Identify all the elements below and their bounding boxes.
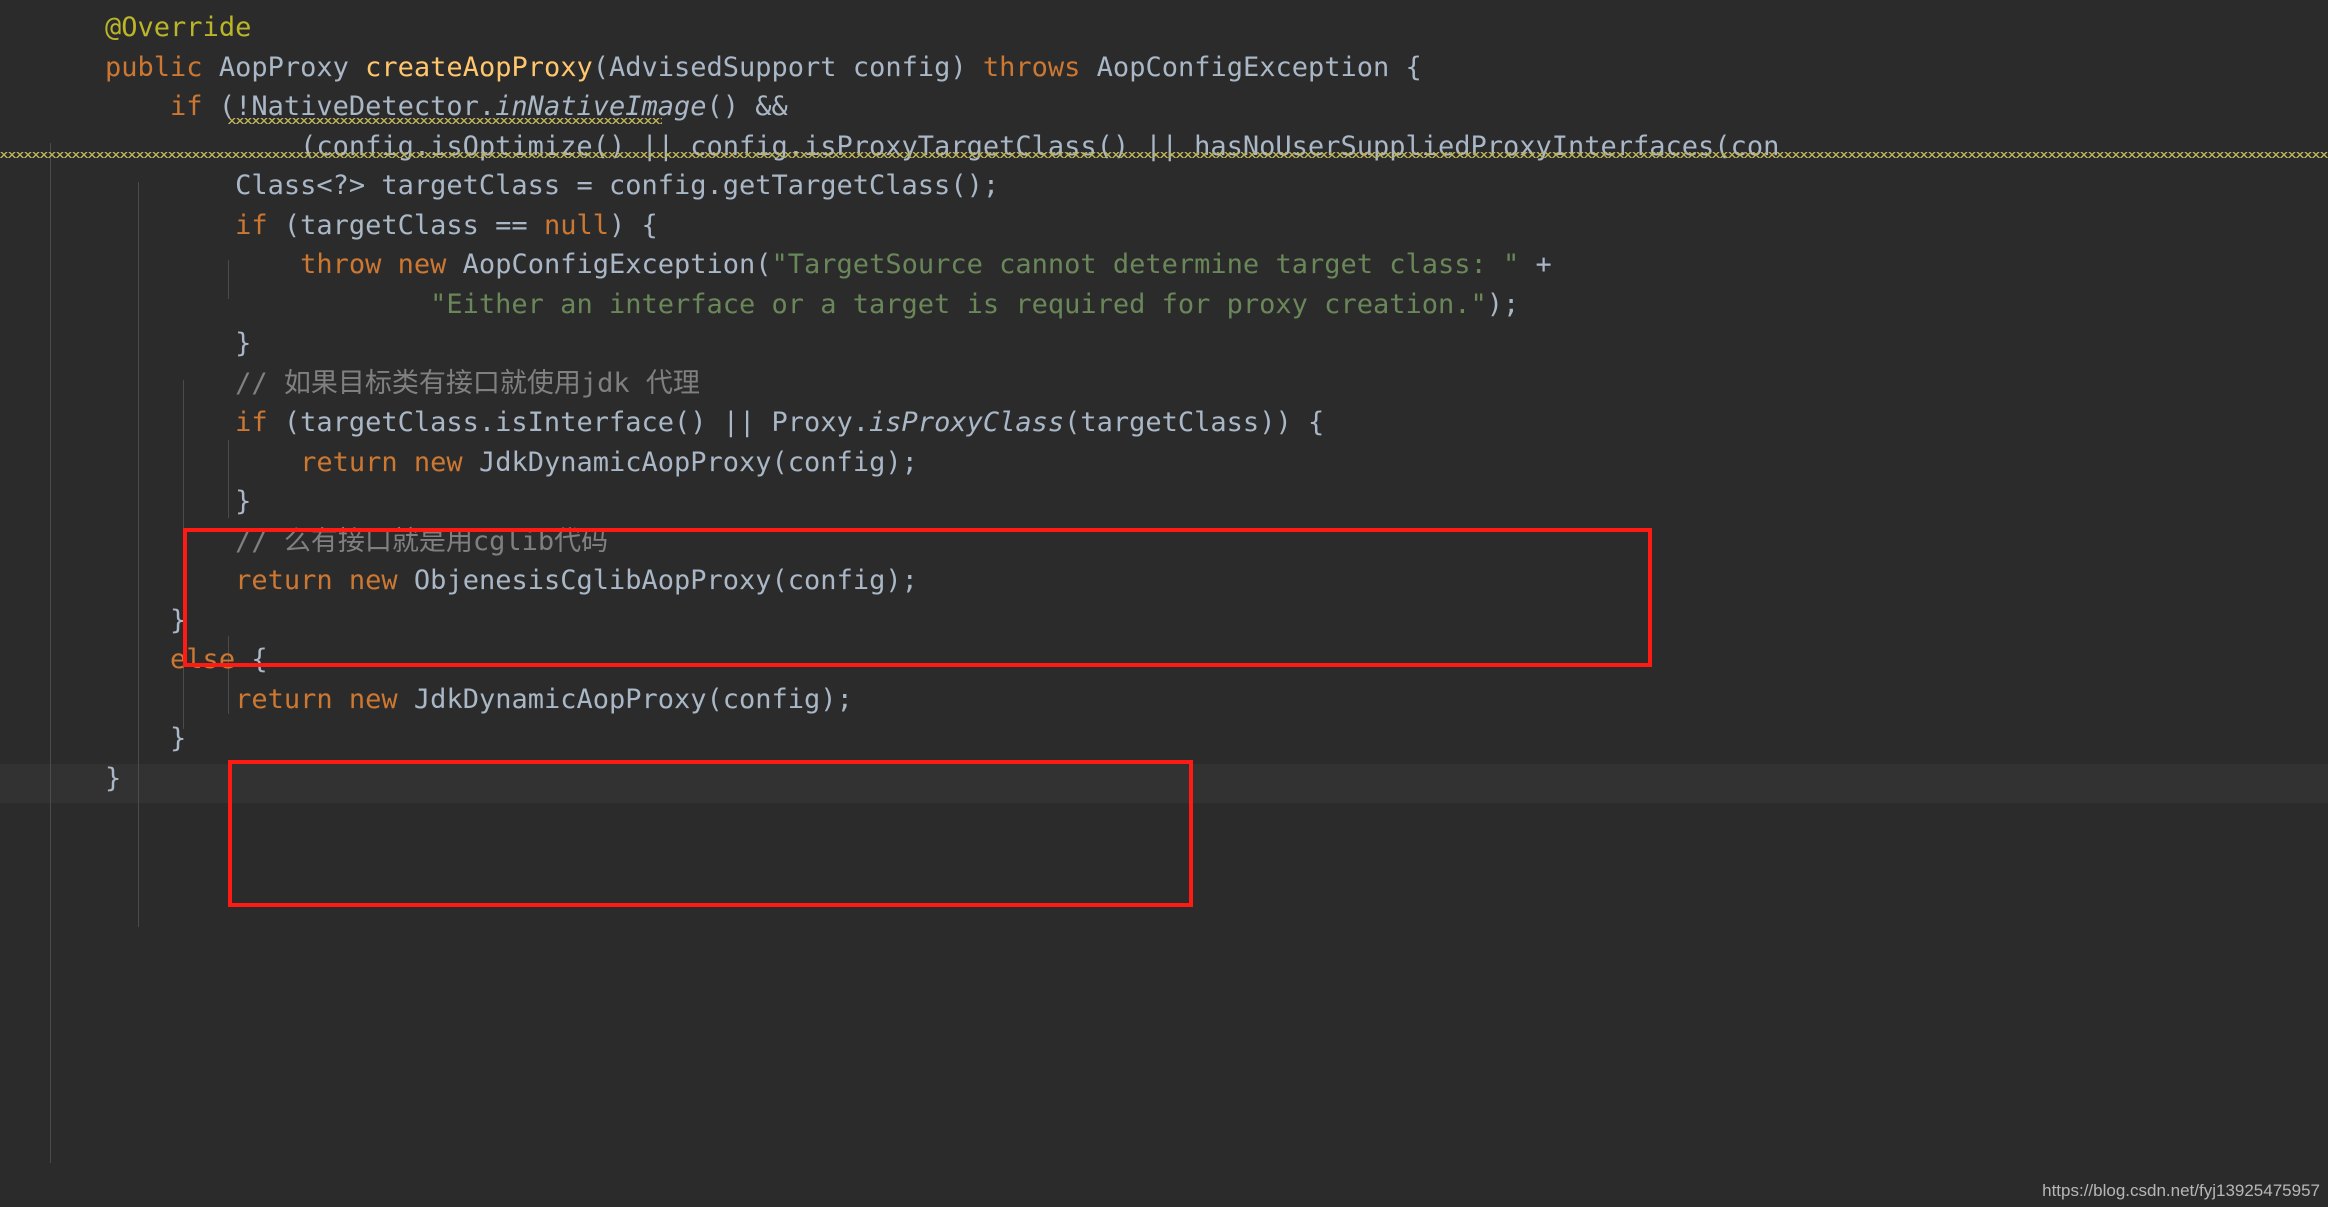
token-ident: AopConfigException( — [446, 249, 772, 280]
token-kw: new — [348, 565, 398, 596]
token-ident: } — [170, 604, 187, 636]
token-punct — [333, 684, 349, 715]
token-ident: } — [105, 762, 122, 794]
token-kw: null — [543, 209, 609, 241]
code-line-15[interactable]: return new ObjenesisCglibAopProxy(config… — [0, 561, 2328, 601]
token-ident: (!NativeDetector. — [202, 91, 496, 122]
token-kw: return — [235, 683, 333, 715]
code-editor[interactable]: @Override public AopProxy createAopProxy… — [0, 0, 2328, 1207]
token-ident: } — [235, 486, 252, 517]
token-ident: { — [235, 644, 268, 675]
token-ident: + — [1519, 249, 1552, 280]
token-punct — [398, 447, 414, 478]
token-ident: () && — [706, 91, 788, 122]
code-line-19[interactable]: } — [0, 719, 2328, 759]
token-ident: ) { — [608, 209, 658, 241]
code-line-8[interactable]: "Either an interface or a target is requ… — [0, 285, 2328, 325]
code-line-16[interactable]: } — [0, 601, 2328, 641]
token-ident: ); — [1486, 288, 1520, 320]
code-line-1[interactable]: @Override — [0, 8, 2328, 48]
token-mdecl: createAopProxy — [365, 51, 593, 83]
code-line-7[interactable]: throw new AopConfigException("TargetSour… — [0, 245, 2328, 285]
code-line-9[interactable]: } — [0, 324, 2328, 364]
code-line-11[interactable]: if (targetClass.isInterface() || Proxy.i… — [0, 403, 2328, 443]
code-line-20[interactable]: } — [0, 759, 2328, 799]
token-punct — [333, 565, 349, 596]
token-stat: isProxyClass — [869, 407, 1065, 438]
code-line-3[interactable]: if (!NativeDetector.inNativeImage() && — [0, 87, 2328, 127]
code-line-2[interactable]: public AopProxy createAopProxy(AdvisedSu… — [0, 48, 2328, 88]
token-kw: throws — [982, 51, 1081, 83]
token-ident: (targetClass)) { — [1064, 407, 1325, 438]
token-punct — [349, 52, 365, 83]
token-punct — [381, 249, 397, 280]
token-kw: return — [235, 565, 333, 596]
token-ident: JdkDynamicAopProxy(config); — [397, 683, 853, 715]
token-ident: JdkDynamicAopProxy(config); — [462, 446, 918, 478]
token-kw: throw — [300, 249, 382, 280]
token-kw: new — [397, 249, 447, 280]
code-line-5[interactable]: Class<?> targetClass = config.getTargetC… — [0, 166, 2328, 206]
token-ident: (config.isOptimize() || config.isProxyTa… — [300, 130, 1780, 162]
code-line-10[interactable]: // 如果目标类有接口就使用jdk 代理 — [0, 364, 2328, 404]
token-kw: new — [413, 446, 463, 478]
token-kw: return — [300, 446, 398, 478]
token-ident: AopProxy — [218, 51, 349, 83]
code-line-18[interactable]: return new JdkDynamicAopProxy(config); — [0, 680, 2328, 720]
token-kw: public — [105, 51, 203, 83]
token-stat: inNativeImage — [495, 91, 707, 122]
token-kw: if — [235, 407, 268, 438]
token-ident: Class<?> targetClass = config.getTargetC… — [235, 170, 1000, 201]
token-cmt: // 如果目标类有接口就使用jdk 代理 — [235, 367, 700, 399]
token-kw: if — [170, 91, 203, 122]
csdn-watermark: https://blog.csdn.net/fyj13925475957 — [2042, 1181, 2320, 1200]
token-kw: else — [170, 644, 236, 675]
token-ident: (targetClass == — [267, 209, 544, 241]
token-ident: } — [170, 723, 187, 754]
code-line-12[interactable]: return new JdkDynamicAopProxy(config); — [0, 443, 2328, 483]
token-cmt: // 么有接口就是用cglib代码 — [235, 525, 609, 557]
token-ident: ObjenesisCglibAopProxy(config); — [397, 565, 918, 596]
token-anno: @Override — [105, 12, 252, 43]
token-ident: (AdvisedSupport config) — [592, 51, 983, 83]
token-punct — [203, 52, 219, 83]
token-str: "Either an interface or a target is requ… — [430, 288, 1487, 320]
code-line-14[interactable]: // 么有接口就是用cglib代码 — [0, 522, 2328, 562]
token-kw: new — [348, 683, 398, 715]
code-line-17[interactable]: else { — [0, 640, 2328, 680]
token-kw: if — [235, 209, 268, 241]
code-line-4[interactable]: (config.isOptimize() || config.isProxyTa… — [0, 127, 2328, 167]
token-ident: } — [235, 328, 252, 359]
token-str: "TargetSource cannot determine target cl… — [771, 249, 1520, 280]
code-line-13[interactable]: } — [0, 482, 2328, 522]
code-line-6[interactable]: if (targetClass == null) { — [0, 206, 2328, 246]
token-ident: (targetClass.isInterface() || Proxy. — [267, 407, 870, 438]
token-ident: AopConfigException { — [1080, 51, 1422, 83]
